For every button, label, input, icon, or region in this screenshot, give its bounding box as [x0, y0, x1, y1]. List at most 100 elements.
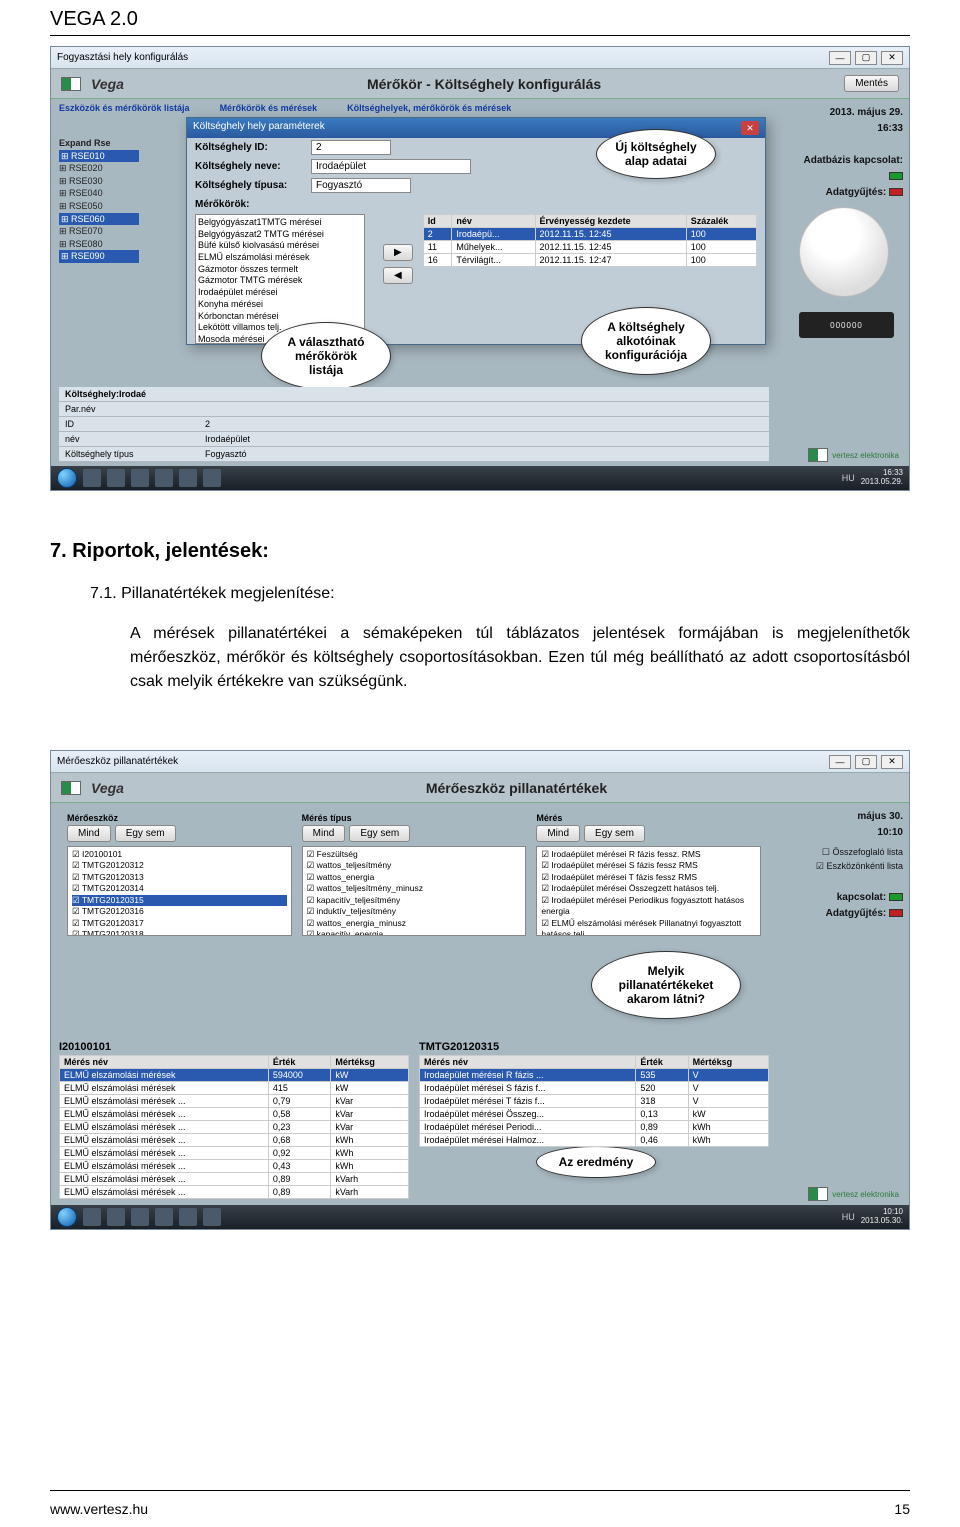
table-row[interactable]: ELMŰ elszámolási mérések ...0,89kVarh: [60, 1186, 409, 1199]
list-item[interactable]: Irodaépület mérései: [198, 287, 362, 299]
firefox-icon[interactable]: [155, 469, 173, 487]
list-item[interactable]: Konyha mérései: [198, 299, 362, 311]
move-left-button[interactable]: ◀: [383, 267, 413, 284]
checklist-item[interactable]: Irodaépület mérései Periodikus fogyaszto…: [541, 895, 756, 918]
tab-devices[interactable]: Eszközök és mérőkörök listája: [59, 103, 190, 113]
table-row[interactable]: ELMŰ elszámolási mérések ...0,68kWh: [60, 1134, 409, 1147]
outlook-icon[interactable]: [131, 469, 149, 487]
max-button[interactable]: ▢: [855, 755, 877, 769]
tab-costcenters[interactable]: Költséghelyek, mérőkörök és mérések: [347, 103, 511, 113]
tree-item[interactable]: RSE010: [59, 150, 139, 163]
checklist-item[interactable]: wattos_teljesítmény: [307, 860, 522, 871]
ie-icon[interactable]: [83, 1208, 101, 1226]
device-checklist[interactable]: I20100101TMTG20120312TMTG20120313TMTG201…: [67, 846, 292, 936]
table-row[interactable]: Irodaépület mérései Összeg...0,13kW: [420, 1108, 769, 1121]
list-item[interactable]: Belgyógyászat2 TMTG mérései: [198, 229, 362, 241]
checklist-item[interactable]: TMTG20120312: [72, 860, 287, 871]
table-row[interactable]: ELMŰ elszámolási mérések ...0,23kVar: [60, 1121, 409, 1134]
table-row[interactable]: ELMŰ elszámolási mérések ...0,92kWh: [60, 1147, 409, 1160]
table-row[interactable]: 11Műhelyek...2012.11.15. 12:45100: [423, 241, 756, 254]
firefox-icon[interactable]: [155, 1208, 173, 1226]
device-tree[interactable]: Expand Rse RSE010 RSE020 RSE030 RSE040 R…: [59, 137, 139, 263]
select-none-button[interactable]: Egy sem: [584, 825, 645, 842]
tree-item[interactable]: RSE020: [59, 162, 139, 175]
checklist-item[interactable]: Irodaépület mérései Összegzett hatásos t…: [541, 883, 756, 894]
min-button[interactable]: —: [829, 51, 851, 65]
word-icon[interactable]: [179, 469, 197, 487]
select-all-button[interactable]: Mind: [67, 825, 111, 842]
dialog-close-icon[interactable]: ✕: [741, 121, 759, 135]
app-icon[interactable]: [203, 1208, 221, 1226]
tree-item[interactable]: RSE030: [59, 175, 139, 188]
tree-item[interactable]: RSE080: [59, 238, 139, 251]
checklist-item[interactable]: TMTG20120316: [72, 906, 287, 917]
tree-expand[interactable]: Expand Rse: [59, 137, 139, 150]
app-icon[interactable]: [203, 469, 221, 487]
checklist-item[interactable]: ELMŰ elszámolási mérések Pillanatnyi fog…: [541, 918, 756, 936]
table-row[interactable]: ELMŰ elszámolási mérések ...0,58kVar: [60, 1108, 409, 1121]
per-device-check[interactable]: Eszközönkénti lista: [826, 861, 903, 871]
checklist-item[interactable]: TMTG20120313: [72, 872, 287, 883]
checklist-item[interactable]: TMTG20120318: [72, 929, 287, 936]
move-right-button[interactable]: ▶: [383, 244, 413, 261]
table-row[interactable]: Irodaépület mérései T fázis f...318V: [420, 1095, 769, 1108]
type-checklist[interactable]: Feszültségwattos_teljesítménywattos_ener…: [302, 846, 527, 936]
list-item[interactable]: ELMŰ elszámolási mérések: [198, 252, 362, 264]
table-row[interactable]: ELMŰ elszámolási mérések ...0,43kWh: [60, 1160, 409, 1173]
checklist-item[interactable]: Feszültség: [307, 849, 522, 860]
tree-item[interactable]: RSE040: [59, 187, 139, 200]
checklist-item[interactable]: TMTG20120314: [72, 883, 287, 894]
checklist-item[interactable]: wattos_energia_minusz: [307, 918, 522, 929]
table-row[interactable]: ELMŰ elszámolási mérések415kW: [60, 1082, 409, 1095]
start-button-icon[interactable]: [57, 468, 77, 488]
field-type-select[interactable]: Fogyasztó: [311, 178, 411, 193]
select-all-button[interactable]: Mind: [302, 825, 346, 842]
tree-item[interactable]: RSE050: [59, 200, 139, 213]
close-button[interactable]: ✕: [881, 755, 903, 769]
explorer-icon[interactable]: [107, 1208, 125, 1226]
list-item[interactable]: Gázmotor TMTG mérések: [198, 275, 362, 287]
table-row[interactable]: 16Térvilágít...2012.11.15. 12:47100: [423, 254, 756, 267]
checklist-item[interactable]: induktív_teljesítmény: [307, 906, 522, 917]
table-row[interactable]: Irodaépület mérései S fázis f...520V: [420, 1082, 769, 1095]
word-icon[interactable]: [179, 1208, 197, 1226]
table-row[interactable]: Irodaépület mérései R fázis ...535V: [420, 1069, 769, 1082]
checklist-item[interactable]: TMTG20120315: [72, 895, 287, 906]
min-button[interactable]: —: [829, 755, 851, 769]
list-item[interactable]: Gázmotor összes termelt: [198, 264, 362, 276]
checklist-item[interactable]: Irodaépület mérései T fázis fessz RMS: [541, 872, 756, 883]
tree-item[interactable]: RSE090: [59, 250, 139, 263]
summary-list-check[interactable]: Összefoglaló lista: [832, 847, 903, 857]
table-row[interactable]: Irodaépület mérései Halmoz...0,46kWh: [420, 1134, 769, 1147]
assigned-table[interactable]: Id név Érvényesség kezdete Százalék 2Iro…: [423, 214, 757, 267]
list-item[interactable]: Büfé külső kiolvasású mérései: [198, 240, 362, 252]
table-row[interactable]: ELMŰ elszámolási mérések ...0,89kVarh: [60, 1173, 409, 1186]
tree-item[interactable]: RSE070: [59, 225, 139, 238]
field-name-input[interactable]: Irodaépület: [311, 159, 471, 174]
ie-icon[interactable]: [83, 469, 101, 487]
field-id-input[interactable]: 2: [311, 140, 391, 155]
checklist-item[interactable]: kapacitív_teljesítmény: [307, 895, 522, 906]
table-row[interactable]: ELMŰ elszámolási mérések ...0,79kVar: [60, 1095, 409, 1108]
select-none-button[interactable]: Egy sem: [349, 825, 410, 842]
checklist-item[interactable]: Irodaépület mérései R fázis fessz. RMS: [541, 849, 756, 860]
list-item[interactable]: Kórbonctan mérései: [198, 311, 362, 323]
list-item[interactable]: Belgyógyászat1TMTG mérései: [198, 217, 362, 229]
start-button-icon[interactable]: [57, 1207, 77, 1227]
tab-circles[interactable]: Mérőkörök és mérések: [220, 103, 318, 113]
measure-checklist[interactable]: Irodaépület mérései R fázis fessz. RMSIr…: [536, 846, 761, 936]
save-button[interactable]: Mentés: [844, 75, 899, 92]
checklist-item[interactable]: Irodaépület mérései S fázis fessz RMS: [541, 860, 756, 871]
outlook-icon[interactable]: [131, 1208, 149, 1226]
table-row[interactable]: Irodaépület mérései Periodi...0,89kWh: [420, 1121, 769, 1134]
select-all-button[interactable]: Mind: [536, 825, 580, 842]
close-button[interactable]: ✕: [881, 51, 903, 65]
tree-item[interactable]: RSE060: [59, 213, 139, 226]
checklist-item[interactable]: wattos_energia: [307, 872, 522, 883]
checklist-item[interactable]: kapacitív_energia: [307, 929, 522, 936]
table-row[interactable]: 2Irodaépü...2012.11.15. 12:45100: [423, 228, 756, 241]
max-button[interactable]: ▢: [855, 51, 877, 65]
select-none-button[interactable]: Egy sem: [115, 825, 176, 842]
checklist-item[interactable]: TMTG20120317: [72, 918, 287, 929]
checklist-item[interactable]: wattos_teljesítmény_minusz: [307, 883, 522, 894]
